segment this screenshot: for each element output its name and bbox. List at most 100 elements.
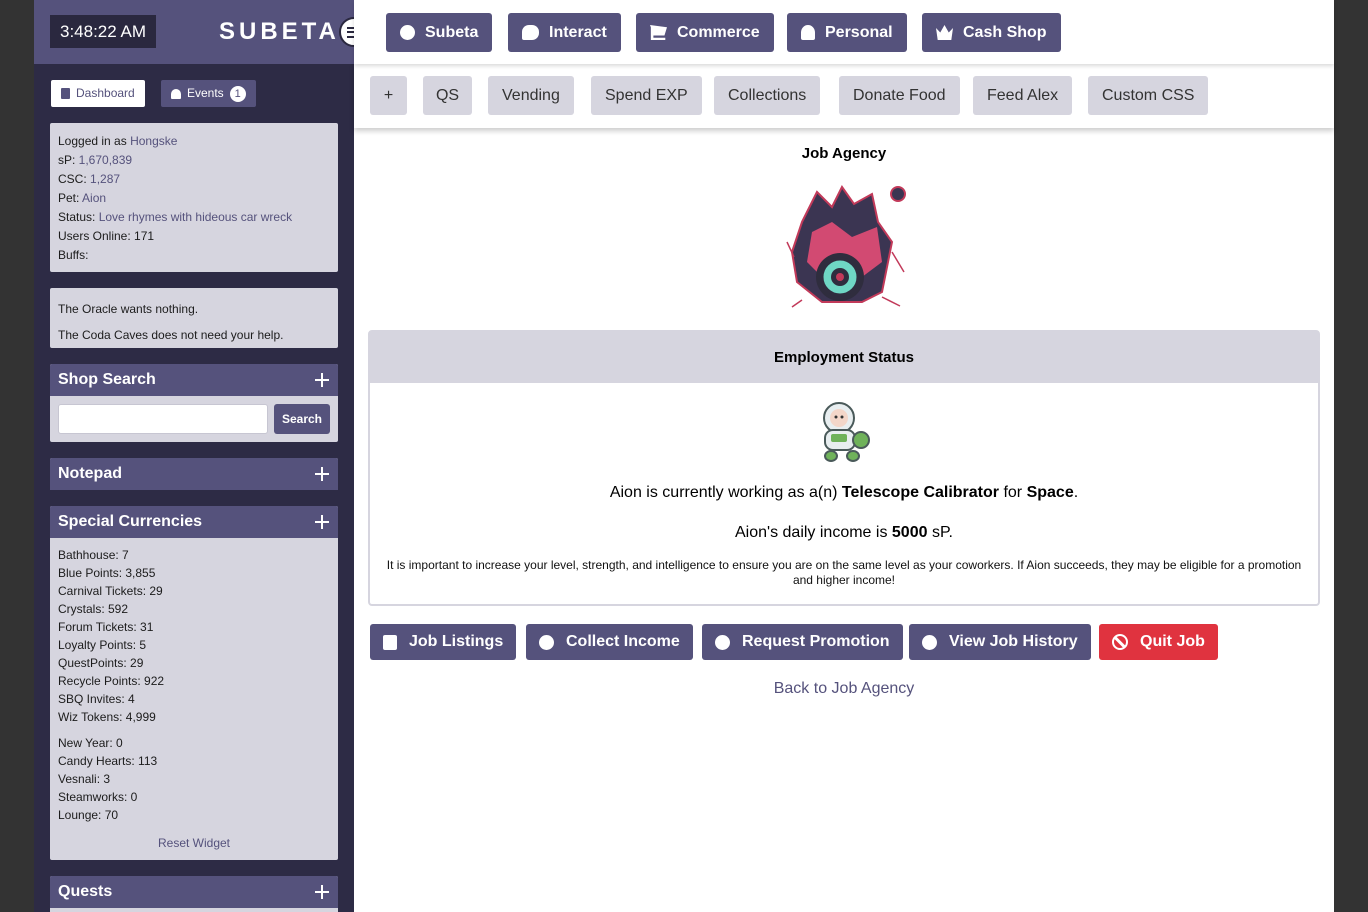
request-promotion-button[interactable]: Request Promotion xyxy=(702,624,903,660)
tab-dashboard[interactable]: Dashboard xyxy=(51,80,145,107)
special-currencies-widget: Special Currencies Bathhouse: 7 Blue Poin… xyxy=(50,506,338,860)
quick-links-bar: + QS Vending Spend EXP Collections Donat… xyxy=(354,64,1334,128)
quick-link-donate-food[interactable]: Donate Food xyxy=(839,76,960,115)
oracle-panel: The Oracle wants nothing. The Coda Caves… xyxy=(50,288,338,348)
move-icon[interactable] xyxy=(315,373,329,387)
job-listings-button[interactable]: Job Listings xyxy=(370,624,517,660)
user-icon xyxy=(801,25,815,40)
main-area: Subeta Interact Commerce Personal Cash S… xyxy=(354,0,1334,912)
collect-income-button[interactable]: Collect Income xyxy=(526,624,693,660)
quick-link-custom-css[interactable]: Custom CSS xyxy=(1088,76,1209,115)
clipboard-list-icon xyxy=(383,634,397,650)
current-job-text: Aion is currently working as a(n) Telesc… xyxy=(370,484,1318,502)
status-label: Status: xyxy=(58,210,99,224)
working-suffix: . xyxy=(1073,484,1079,501)
chat-icon xyxy=(522,25,539,40)
logged-in-label: Logged in as xyxy=(58,134,131,148)
currency-item: Vesnali: 3 xyxy=(58,772,111,786)
quests-header[interactable]: Quests xyxy=(50,876,338,908)
compass-icon xyxy=(400,25,415,40)
shop-search-button[interactable]: Search xyxy=(274,404,330,434)
shop-search-title: Shop Search xyxy=(58,371,156,388)
job-listings-label: Job Listings xyxy=(409,633,504,650)
quit-job-button[interactable]: Quit Job xyxy=(1099,624,1218,660)
currency-list: Bathhouse: 7 Blue Points: 3,855 Carnival T… xyxy=(50,538,338,824)
currencies-title: Special Currencies xyxy=(58,513,203,530)
quick-link-vending[interactable]: Vending xyxy=(488,76,574,115)
quests-title: Quests xyxy=(58,883,113,900)
oracle-line: The Oracle wants nothing. xyxy=(58,302,199,316)
top-navigation: Subeta Interact Commerce Personal Cash S… xyxy=(354,0,1334,64)
sidebar-header: 3:48:22 AM SUBETA xyxy=(34,0,354,64)
site-logo[interactable]: SUBETA xyxy=(219,18,340,46)
reset-widget-link[interactable]: Reset Widget xyxy=(50,836,338,850)
users-online: Users Online: 171 xyxy=(58,229,155,243)
currency-group-2: New Year: 0 Candy Hearts: 113 Vesnali: 3 St… xyxy=(58,734,330,824)
nav-interact[interactable]: Interact xyxy=(508,13,621,52)
piggy-bank-icon xyxy=(539,634,554,650)
tab-events-label: Events xyxy=(187,86,224,100)
cart-icon xyxy=(650,25,667,40)
currency-item: Blue Points: 3,855 xyxy=(58,566,156,580)
sp-label: sP: xyxy=(58,153,79,167)
currency-item: Forum Tickets: 31 xyxy=(58,620,154,634)
currency-item: Candy Hearts: 113 xyxy=(58,754,158,768)
clipboard-icon xyxy=(61,88,70,99)
shop-search-input[interactable] xyxy=(58,404,268,434)
clock: 3:48:22 AM xyxy=(50,15,156,48)
view-job-history-label: View Job History xyxy=(949,633,1078,650)
nav-subeta-label: Subeta xyxy=(425,23,479,41)
status-link[interactable]: Love rhymes with hideous car wreck xyxy=(99,210,292,224)
quick-link-spend-exp[interactable]: Spend EXP xyxy=(591,76,702,115)
sp-row: sP: 1,670,839 xyxy=(58,151,330,170)
nav-cash-shop[interactable]: Cash Shop xyxy=(922,13,1061,52)
income-value: 5000 xyxy=(891,524,928,541)
currency-item: SBQ Invites: 4 xyxy=(58,692,135,706)
currency-item: New Year: 0 xyxy=(58,736,123,750)
nav-personal[interactable]: Personal xyxy=(787,13,907,52)
working-prefix: Aion is currently working as a(n) xyxy=(609,484,842,501)
currency-item: Carnival Tickets: 29 xyxy=(58,584,163,598)
quick-link-feed-alex[interactable]: Feed Alex xyxy=(973,76,1073,115)
move-icon[interactable] xyxy=(315,515,329,529)
move-icon[interactable] xyxy=(315,885,329,899)
promotion-note: It is important to increase your level, … xyxy=(386,558,1302,587)
tab-events[interactable]: Events 1 xyxy=(161,80,256,107)
job-title: Telescope Calibrator xyxy=(841,484,1000,501)
employment-status-title: Employment Status xyxy=(370,332,1318,383)
back-to-job-agency-link[interactable]: Back to Job Agency xyxy=(354,680,1334,698)
notepad-header[interactable]: Notepad xyxy=(50,458,338,490)
income-suffix: sP. xyxy=(927,524,953,541)
pet-link[interactable]: Aion xyxy=(82,191,106,205)
username-link[interactable]: Hongske xyxy=(130,134,177,148)
notepad-widget: Notepad xyxy=(50,458,338,490)
currency-item: Steamworks: 0 xyxy=(58,790,138,804)
currency-group-1: Bathhouse: 7 Blue Points: 3,855 Carnival T… xyxy=(58,546,330,726)
add-quick-link-button[interactable]: + xyxy=(370,76,407,115)
quick-link-collections[interactable]: Collections xyxy=(714,76,821,115)
nav-subeta[interactable]: Subeta xyxy=(386,13,493,52)
currency-item: Loyalty Points: 5 xyxy=(58,638,147,652)
sidebar: 3:48:22 AM SUBETA Dashboard Events 1 Log… xyxy=(34,0,354,912)
currency-item: Crystals: 592 xyxy=(58,602,129,616)
request-promotion-label: Request Promotion xyxy=(742,633,890,650)
shop-search-header[interactable]: Shop Search xyxy=(50,364,338,396)
currencies-header[interactable]: Special Currencies xyxy=(50,506,338,538)
csc-value[interactable]: 1,287 xyxy=(90,172,120,186)
quick-link-qs[interactable]: QS xyxy=(423,76,472,115)
employment-status-card: Employment Status Aion is currently work… xyxy=(368,330,1320,606)
move-icon[interactable] xyxy=(315,467,329,481)
nav-commerce[interactable]: Commerce xyxy=(636,13,774,52)
csc-label: CSC: xyxy=(58,172,91,186)
nav-commerce-label: Commerce xyxy=(677,23,760,41)
pet-image xyxy=(823,402,870,462)
employer-name: Space xyxy=(1026,484,1074,501)
page-title: Job Agency xyxy=(801,145,887,162)
quests-widget: Quests xyxy=(50,876,338,912)
view-job-history-button[interactable]: View Job History xyxy=(909,624,1091,660)
sp-value[interactable]: 1,670,839 xyxy=(79,153,132,167)
menu-toggle-button[interactable] xyxy=(339,17,354,47)
nav-personal-label: Personal xyxy=(825,23,893,41)
currency-item: QuestPoints: 29 xyxy=(58,656,144,670)
nav-cash-shop-label: Cash Shop xyxy=(963,23,1047,41)
